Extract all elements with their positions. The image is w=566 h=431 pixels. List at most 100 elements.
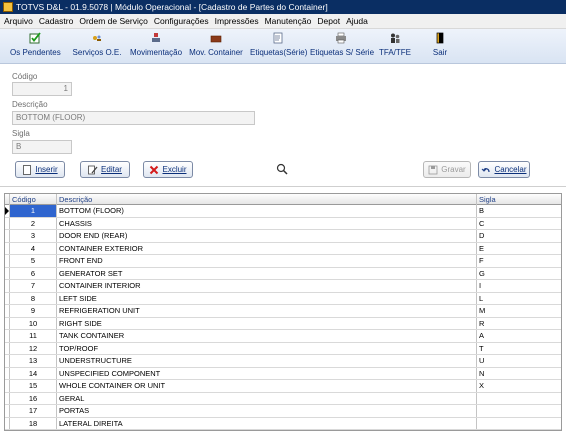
- parts-grid[interactable]: Código Descrição Sigla 1 BOTTOM (FLOOR) B 2…: [4, 193, 562, 431]
- cell-sigla[interactable]: G: [477, 268, 561, 280]
- cell-descricao[interactable]: LEFT SIDE: [57, 292, 477, 304]
- cell-sigla[interactable]: T: [477, 343, 561, 355]
- table-row[interactable]: 15 WHOLE CONTAINER OR UNIT X: [5, 380, 561, 393]
- etiquetas-s-serie-button[interactable]: Etiquetas S/ Série: [310, 32, 374, 57]
- cell-descricao[interactable]: CONTAINER INTERIOR: [57, 280, 477, 292]
- cell-sigla[interactable]: M: [477, 305, 561, 317]
- table-row[interactable]: 10 RIGHT SIDE R: [5, 317, 561, 330]
- cell-sigla[interactable]: I: [477, 280, 561, 292]
- cell-descricao[interactable]: CHASSIS: [57, 217, 477, 229]
- cell-descricao[interactable]: DOOR END (REAR): [57, 230, 477, 242]
- table-row[interactable]: 4 CONTAINER EXTERIOR E: [5, 242, 561, 255]
- cell-codigo[interactable]: 13: [10, 355, 57, 367]
- inserir-button[interactable]: Inserir: [15, 161, 65, 178]
- menu-cadastro[interactable]: Cadastro: [39, 16, 74, 26]
- cell-codigo[interactable]: 11: [10, 330, 57, 342]
- descricao-field[interactable]: BOTTOM (FLOOR): [12, 111, 255, 125]
- cell-codigo[interactable]: 8: [10, 292, 57, 304]
- cell-sigla[interactable]: [477, 405, 561, 417]
- cell-sigla[interactable]: C: [477, 218, 561, 230]
- etiquetas-serie-button[interactable]: Etiquetas(Série): [250, 32, 307, 57]
- table-row[interactable]: 9 REFRIGERATION UNIT M: [5, 305, 561, 318]
- menu-configuracoes[interactable]: Configurações: [154, 16, 209, 26]
- cell-sigla[interactable]: E: [477, 243, 561, 255]
- table-row[interactable]: 2 CHASSIS C: [5, 217, 561, 230]
- table-row[interactable]: 13 UNDERSTRUCTURE U: [5, 355, 561, 368]
- cell-codigo[interactable]: 18: [10, 417, 57, 429]
- tfa-tfe-button[interactable]: TFA/TFE: [378, 32, 412, 57]
- menu-ordem-de-servico[interactable]: Ordem de Serviço: [79, 16, 148, 26]
- cell-sigla[interactable]: N: [477, 368, 561, 380]
- cell-sigla[interactable]: B: [477, 205, 561, 217]
- cell-sigla[interactable]: A: [477, 330, 561, 342]
- cell-sigla[interactable]: L: [477, 293, 561, 305]
- cell-sigla[interactable]: [477, 393, 561, 405]
- table-row[interactable]: 6 GENERATOR SET G: [5, 267, 561, 280]
- cell-sigla[interactable]: D: [477, 230, 561, 242]
- table-row[interactable]: 11 TANK CONTAINER A: [5, 330, 561, 343]
- cell-codigo[interactable]: 17: [10, 405, 57, 417]
- table-row[interactable]: 7 CONTAINER INTERIOR I: [5, 280, 561, 293]
- editar-button[interactable]: Editar: [80, 161, 130, 178]
- cell-codigo[interactable]: 9: [10, 305, 57, 317]
- cell-sigla[interactable]: U: [477, 355, 561, 367]
- menu-arquivo[interactable]: Arquivo: [4, 16, 33, 26]
- cell-descricao[interactable]: WHOLE CONTAINER OR UNIT: [57, 380, 477, 392]
- movimentacao-button[interactable]: Movimentação: [130, 32, 182, 57]
- cell-codigo[interactable]: 3: [10, 230, 57, 242]
- cell-sigla[interactable]: [477, 418, 561, 430]
- cell-descricao[interactable]: REFRIGERATION UNIT: [57, 305, 477, 317]
- table-row[interactable]: 16 GERAL: [5, 392, 561, 405]
- cell-codigo[interactable]: 16: [10, 392, 57, 404]
- search-button[interactable]: [276, 163, 288, 175]
- col-header-sigla[interactable]: Sigla: [477, 194, 561, 205]
- menu-depot[interactable]: Depot: [317, 16, 340, 26]
- col-header-codigo[interactable]: Código: [10, 194, 57, 205]
- cell-descricao[interactable]: TOP/ROOF: [57, 342, 477, 354]
- os-pendentes-button[interactable]: Os Pendentes: [10, 32, 61, 57]
- cancelar-button[interactable]: Cancelar: [478, 161, 530, 178]
- table-row[interactable]: 3 DOOR END (REAR) D: [5, 230, 561, 243]
- cell-codigo[interactable]: 12: [10, 342, 57, 354]
- cell-codigo[interactable]: 14: [10, 367, 57, 379]
- table-row[interactable]: 5 FRONT END F: [5, 255, 561, 268]
- cell-descricao[interactable]: FRONT END: [57, 255, 477, 267]
- table-row[interactable]: 1 BOTTOM (FLOOR) B: [5, 205, 561, 218]
- cell-sigla[interactable]: X: [477, 380, 561, 392]
- table-row[interactable]: 14 UNSPECIFIED COMPONENT N: [5, 367, 561, 380]
- menu-manutencao[interactable]: Manutenção: [265, 16, 312, 26]
- excluir-button[interactable]: Excluir: [143, 161, 193, 178]
- codigo-field[interactable]: 1: [12, 82, 72, 96]
- gravar-button[interactable]: Gravar: [423, 161, 471, 178]
- sair-button[interactable]: Sair: [428, 32, 452, 57]
- cell-descricao[interactable]: LATERAL DIREITA: [57, 417, 477, 429]
- cell-descricao[interactable]: BOTTOM (FLOOR): [57, 205, 477, 217]
- cell-descricao[interactable]: GERAL: [57, 392, 477, 404]
- cell-sigla[interactable]: R: [477, 318, 561, 330]
- menu-ajuda[interactable]: Ajuda: [346, 16, 368, 26]
- cell-descricao[interactable]: RIGHT SIDE: [57, 317, 477, 329]
- menu-impressoes[interactable]: Impressões: [215, 16, 259, 26]
- cell-codigo[interactable]: 10: [10, 317, 57, 329]
- cell-codigo[interactable]: 7: [10, 280, 57, 292]
- cell-descricao[interactable]: CONTAINER EXTERIOR: [57, 242, 477, 254]
- col-header-descricao[interactable]: Descrição: [57, 194, 477, 205]
- cell-descricao[interactable]: UNSPECIFIED COMPONENT: [57, 367, 477, 379]
- cell-descricao[interactable]: PORTAS: [57, 405, 477, 417]
- table-row[interactable]: 12 TOP/ROOF T: [5, 342, 561, 355]
- cell-codigo[interactable]: 6: [10, 267, 57, 279]
- cell-descricao[interactable]: TANK CONTAINER: [57, 330, 477, 342]
- table-row[interactable]: 17 PORTAS: [5, 405, 561, 418]
- cell-codigo[interactable]: 2: [10, 217, 57, 229]
- cell-codigo[interactable]: 15: [10, 380, 57, 392]
- table-row[interactable]: 8 LEFT SIDE L: [5, 292, 561, 305]
- table-row[interactable]: 18 LATERAL DIREITA: [5, 417, 561, 430]
- mov-container-button[interactable]: Mov. Container: [188, 32, 244, 57]
- cell-codigo[interactable]: 1: [10, 205, 57, 217]
- cell-descricao[interactable]: GENERATOR SET: [57, 267, 477, 279]
- sigla-field[interactable]: B: [12, 140, 72, 154]
- cell-descricao[interactable]: UNDERSTRUCTURE: [57, 355, 477, 367]
- cell-codigo[interactable]: 4: [10, 242, 57, 254]
- cell-codigo[interactable]: 5: [10, 255, 57, 267]
- servicos-oe-button[interactable]: Serviços O.E.: [72, 32, 122, 57]
